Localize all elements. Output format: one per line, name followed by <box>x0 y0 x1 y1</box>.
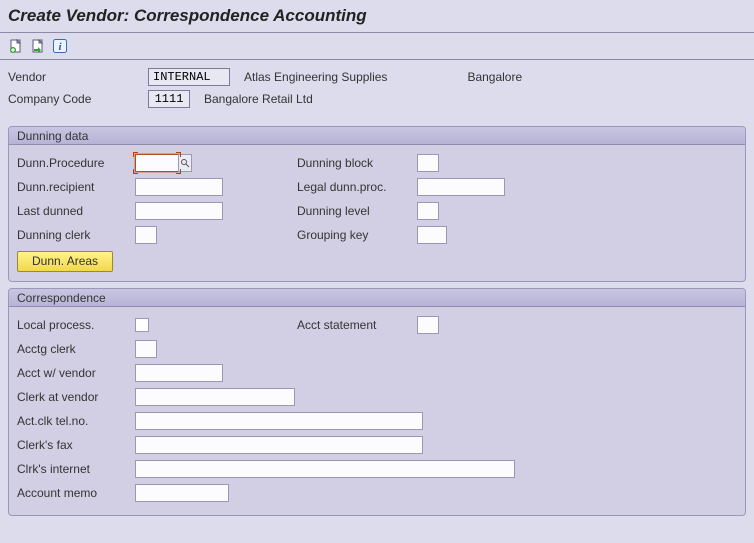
dunning-panel: Dunning data Dunn.Procedure Dunning bloc… <box>8 126 746 282</box>
vendor-label: Vendor <box>8 70 148 84</box>
header-info: Vendor INTERNAL Atlas Engineering Suppli… <box>0 60 754 120</box>
clrks-internet-input[interactable] <box>135 460 515 478</box>
grouping-key-input[interactable] <box>417 226 447 244</box>
legal-dunn-proc-input[interactable] <box>417 178 505 196</box>
clrks-internet-label: Clrk's internet <box>17 462 135 476</box>
vendor-name: Atlas Engineering Supplies <box>244 70 387 84</box>
legal-dunn-proc-label: Legal dunn.proc. <box>297 180 417 194</box>
clerks-fax-input[interactable] <box>135 436 423 454</box>
local-process-label: Local process. <box>17 318 135 332</box>
dunn-recipient-input[interactable] <box>135 178 223 196</box>
toolbar: i <box>0 33 754 59</box>
correspondence-panel: Correspondence Local process. Acct state… <box>8 288 746 516</box>
company-name: Bangalore Retail Ltd <box>204 92 313 106</box>
vendor-city: Bangalore <box>467 70 522 84</box>
act-clk-tel-label: Act.clk tel.no. <box>17 414 135 428</box>
account-memo-label: Account memo <box>17 486 135 500</box>
dunning-block-input[interactable] <box>417 154 439 172</box>
acct-w-vendor-input[interactable] <box>135 364 223 382</box>
company-code-display: 1111 <box>148 90 190 108</box>
local-process-checkbox[interactable] <box>135 318 149 332</box>
acct-statement-input[interactable] <box>417 316 439 334</box>
dunning-level-label: Dunning level <box>297 204 417 218</box>
acctg-clerk-label: Acctg clerk <box>17 342 135 356</box>
dunning-level-input[interactable] <box>417 202 439 220</box>
dunning-block-label: Dunning block <box>297 156 417 170</box>
dunn-recipient-label: Dunn.recipient <box>17 180 135 194</box>
dunn-procedure-label: Dunn.Procedure <box>17 156 135 170</box>
dunning-clerk-input[interactable] <box>135 226 157 244</box>
dunn-procedure-input[interactable] <box>135 154 179 172</box>
dunning-clerk-label: Dunning clerk <box>17 228 135 242</box>
clerks-fax-label: Clerk's fax <box>17 438 135 452</box>
clerk-at-vendor-input[interactable] <box>135 388 295 406</box>
company-code-label: Company Code <box>8 92 148 106</box>
acctg-clerk-input[interactable] <box>135 340 157 358</box>
dunn-areas-button[interactable]: Dunn. Areas <box>17 251 113 272</box>
doc-new-icon[interactable] <box>8 38 24 54</box>
dunning-panel-title: Dunning data <box>9 127 745 145</box>
acct-w-vendor-label: Acct w/ vendor <box>17 366 135 380</box>
vendor-code-display: INTERNAL <box>148 68 230 86</box>
acct-statement-label: Acct statement <box>297 318 417 332</box>
correspondence-panel-title: Correspondence <box>9 289 745 307</box>
doc-forward-icon[interactable] <box>30 38 46 54</box>
act-clk-tel-input[interactable] <box>135 412 423 430</box>
grouping-key-label: Grouping key <box>297 228 417 242</box>
info-icon[interactable]: i <box>52 38 68 54</box>
page-title: Create Vendor: Correspondence Accounting <box>0 0 754 32</box>
last-dunned-input[interactable] <box>135 202 223 220</box>
account-memo-input[interactable] <box>135 484 229 502</box>
clerk-at-vendor-label: Clerk at vendor <box>17 390 135 404</box>
last-dunned-label: Last dunned <box>17 204 135 218</box>
